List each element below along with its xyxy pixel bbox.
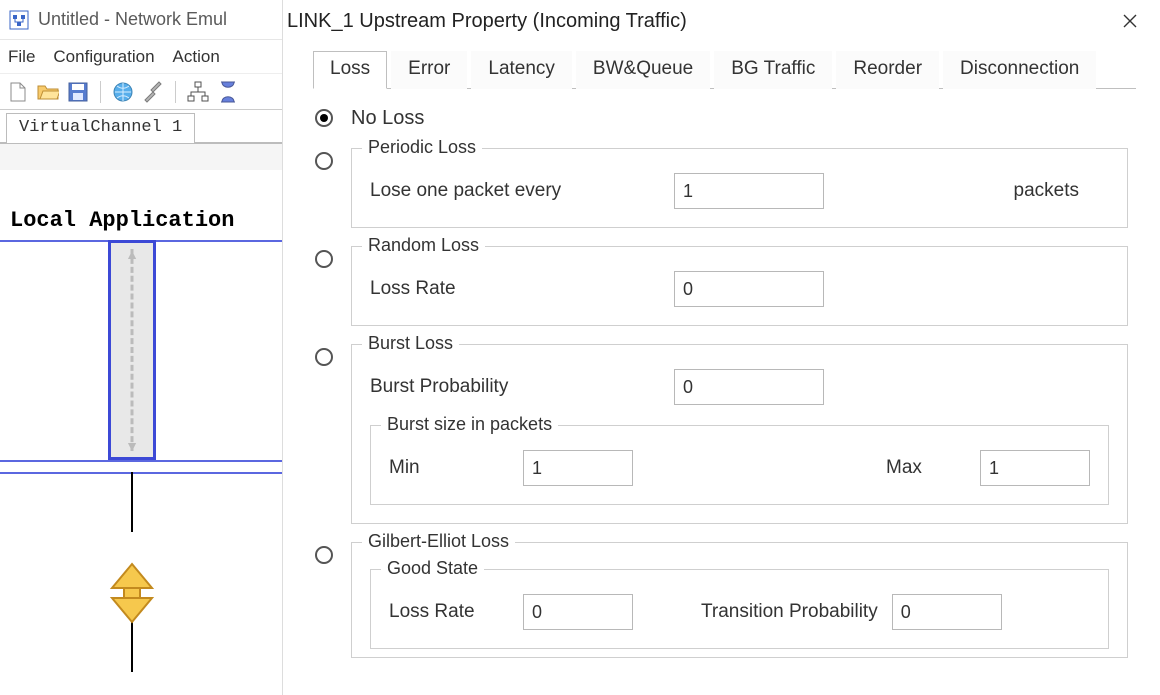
good-trans-prob-input[interactable] bbox=[892, 594, 1002, 630]
app-icon bbox=[8, 9, 30, 31]
save-icon[interactable] bbox=[66, 80, 90, 104]
menu-configuration[interactable]: Configuration bbox=[53, 47, 154, 67]
group-burst-size: Burst size in packets Min Max bbox=[370, 425, 1109, 505]
group-gilbert-loss: Gilbert-Elliot Loss Good State Loss Rate… bbox=[351, 542, 1128, 658]
upstream-property-dialog: LINK_1 Upstream Property (Incoming Traff… bbox=[282, 0, 1160, 695]
local-application-label: Local Application bbox=[10, 208, 234, 233]
tab-latency[interactable]: Latency bbox=[471, 51, 572, 89]
random-loss-input[interactable] bbox=[674, 271, 824, 307]
burst-size-legend: Burst size in packets bbox=[381, 414, 558, 435]
dialog-title-text: LINK_1 Upstream Property (Incoming Traff… bbox=[287, 10, 687, 33]
tab-disconnection[interactable]: Disconnection bbox=[943, 51, 1096, 89]
hourglass-icon[interactable] bbox=[216, 80, 240, 104]
periodic-loss-input[interactable] bbox=[674, 173, 824, 209]
topology-icon[interactable] bbox=[186, 80, 210, 104]
arrow-down-icon: ▼ bbox=[125, 439, 139, 453]
burst-loss-legend: Burst Loss bbox=[362, 333, 459, 354]
random-loss-legend: Random Loss bbox=[362, 235, 485, 256]
radio-burst-loss[interactable] bbox=[315, 348, 333, 366]
good-trans-prob-label: Transition Probability bbox=[701, 601, 878, 623]
open-folder-icon[interactable] bbox=[36, 80, 60, 104]
main-title-text: Untitled - Network Emul bbox=[38, 9, 227, 30]
tab-bwqueue[interactable]: BW&Queue bbox=[576, 51, 710, 89]
toolbar-separator-2 bbox=[175, 81, 176, 103]
close-icon[interactable] bbox=[1110, 5, 1150, 37]
random-loss-label: Loss Rate bbox=[370, 278, 660, 300]
burst-min-label: Min bbox=[389, 457, 509, 479]
radio-gilbert-loss[interactable] bbox=[315, 546, 333, 564]
tab-content-loss: No Loss Periodic Loss Lose one packet ev… bbox=[313, 89, 1136, 658]
tab-reorder[interactable]: Reorder bbox=[836, 51, 939, 89]
burst-prob-label: Burst Probability bbox=[370, 376, 660, 398]
periodic-loss-label: Lose one packet every bbox=[370, 180, 660, 202]
radio-periodic-loss[interactable] bbox=[315, 152, 333, 170]
link-node-icon[interactable] bbox=[96, 558, 168, 635]
burst-max-label: Max bbox=[886, 457, 966, 479]
group-good-state: Good State Loss Rate Transition Probabil… bbox=[370, 569, 1109, 649]
globe-icon[interactable] bbox=[111, 80, 135, 104]
new-file-icon[interactable] bbox=[6, 80, 30, 104]
good-loss-rate-input[interactable] bbox=[523, 594, 633, 630]
dialog-titlebar: LINK_1 Upstream Property (Incoming Traff… bbox=[283, 0, 1160, 42]
toolbar-separator-1 bbox=[100, 81, 101, 103]
menu-action[interactable]: Action bbox=[173, 47, 220, 67]
radio-random-loss[interactable] bbox=[315, 250, 333, 268]
group-burst-loss: Burst Loss Burst Probability Burst size … bbox=[351, 344, 1128, 524]
gilbert-loss-legend: Gilbert-Elliot Loss bbox=[362, 531, 515, 552]
radio-no-loss[interactable] bbox=[315, 109, 333, 127]
periodic-loss-unit: packets bbox=[1014, 180, 1079, 202]
burst-prob-input[interactable] bbox=[674, 369, 824, 405]
no-loss-label: No Loss bbox=[351, 105, 424, 130]
canvas-area[interactable]: Local Application ▲ ▼ bbox=[0, 170, 300, 695]
burst-min-input[interactable] bbox=[523, 450, 633, 486]
channel-node[interactable]: ▲ ▼ bbox=[108, 240, 156, 460]
tab-bg-traffic[interactable]: BG Traffic bbox=[714, 51, 832, 89]
group-periodic-loss: Periodic Loss Lose one packet every pack… bbox=[351, 148, 1128, 228]
good-loss-rate-label: Loss Rate bbox=[389, 601, 509, 623]
tab-error[interactable]: Error bbox=[391, 51, 467, 89]
group-random-loss: Random Loss Loss Rate bbox=[351, 246, 1128, 326]
good-state-legend: Good State bbox=[381, 558, 484, 579]
burst-max-input[interactable] bbox=[980, 450, 1090, 486]
property-tabs: Loss Error Latency BW&Queue BG Traffic R… bbox=[313, 50, 1136, 89]
menu-file[interactable]: File bbox=[8, 47, 35, 67]
tab-virtual-channel-1[interactable]: VirtualChannel 1 bbox=[6, 113, 195, 143]
tools-icon[interactable] bbox=[141, 80, 165, 104]
tab-loss[interactable]: Loss bbox=[313, 51, 387, 89]
periodic-loss-legend: Periodic Loss bbox=[362, 137, 482, 158]
canvas-line bbox=[0, 460, 300, 462]
arrow-up-icon: ▲ bbox=[125, 247, 139, 261]
